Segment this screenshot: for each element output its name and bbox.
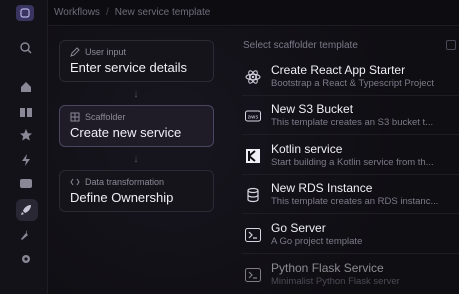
divider <box>242 253 459 254</box>
template-item-react[interactable]: Create React App Starter Bootstrap a Rea… <box>242 63 459 93</box>
code-icon <box>70 178 80 186</box>
template-item-kotlin[interactable]: Kotlin service Start building a Kotlin s… <box>242 142 459 172</box>
bolt-icon[interactable] <box>19 153 33 167</box>
template-item-go[interactable]: Go Server A Go project template <box>242 221 459 251</box>
step-title: Define Ownership <box>70 190 174 205</box>
template-title: Kotlin service <box>271 142 343 156</box>
template-title: New RDS Instance <box>271 181 373 195</box>
template-description: This template creates an S3 bucket t... <box>271 117 434 128</box>
breadcrumb-separator: / <box>105 7 109 18</box>
template-title: Go Server <box>271 221 326 235</box>
app-logo[interactable] <box>16 5 34 21</box>
database-icon <box>244 186 262 204</box>
book-icon[interactable] <box>19 105 33 119</box>
template-title: Python Flask Service <box>271 261 384 275</box>
breadcrumb-root[interactable]: Workflows <box>54 7 100 18</box>
template-item-rds[interactable]: New RDS Instance This template creates a… <box>242 181 459 211</box>
template-title: Create React App Starter <box>271 63 406 77</box>
arrow-down-icon: ↓ <box>133 88 139 100</box>
react-icon <box>244 68 262 86</box>
wrench-icon[interactable] <box>19 228 33 242</box>
template-description: Bootstrap a React & Typescript Project <box>271 78 434 89</box>
star-icon[interactable] <box>19 128 33 142</box>
rocket-icon[interactable] <box>19 203 33 217</box>
step-subtitle: User input <box>85 47 127 57</box>
step-user-input[interactable]: User input Enter service details <box>59 40 214 82</box>
step-scaffolder[interactable]: Scaffolder Create new service <box>59 105 214 147</box>
template-description: Start building a Kotlin service from th.… <box>271 157 434 168</box>
divider <box>242 213 459 214</box>
grid-icon <box>70 112 80 122</box>
home-icon[interactable] <box>19 80 33 94</box>
step-title: Enter service details <box>70 60 188 75</box>
step-subtitle: Data transformation <box>85 177 165 187</box>
divider <box>242 134 459 135</box>
template-description: This template creates an RDS instanc... <box>271 196 439 207</box>
sidebar <box>0 0 48 294</box>
template-item-python-flask[interactable]: Python Flask Service Minimalist Python F… <box>242 261 459 291</box>
chat-icon[interactable] <box>19 177 33 191</box>
breadcrumb-current: New service template <box>114 7 211 18</box>
step-subtitle: Scaffolder <box>85 112 126 122</box>
settings-icon[interactable] <box>19 252 33 266</box>
step-title: Create new service <box>70 125 182 140</box>
aws-icon: aws <box>244 107 262 125</box>
template-item-s3[interactable]: aws New S3 Bucket This template creates … <box>242 102 459 132</box>
svg-text:aws: aws <box>248 115 259 121</box>
breadcrumb: Workflows / New service template <box>48 0 459 26</box>
kotlin-icon <box>244 147 262 165</box>
search-icon[interactable] <box>19 41 33 55</box>
divider <box>242 174 459 175</box>
arrow-down-icon: ↓ <box>133 153 139 165</box>
terminal-icon <box>244 226 262 244</box>
terminal-icon <box>244 266 262 284</box>
template-description: A Go project template <box>271 236 363 247</box>
divider <box>242 95 459 96</box>
pencil-icon <box>70 47 80 57</box>
template-list-header: Select scaffolder template <box>243 40 358 51</box>
logo-icon <box>20 8 30 18</box>
step-data-transformation[interactable]: Data transformation Define Ownership <box>59 170 214 212</box>
template-description: Minimalist Python Flask server <box>271 276 400 287</box>
template-title: New S3 Bucket <box>271 102 354 116</box>
expand-icon[interactable] <box>446 40 456 50</box>
